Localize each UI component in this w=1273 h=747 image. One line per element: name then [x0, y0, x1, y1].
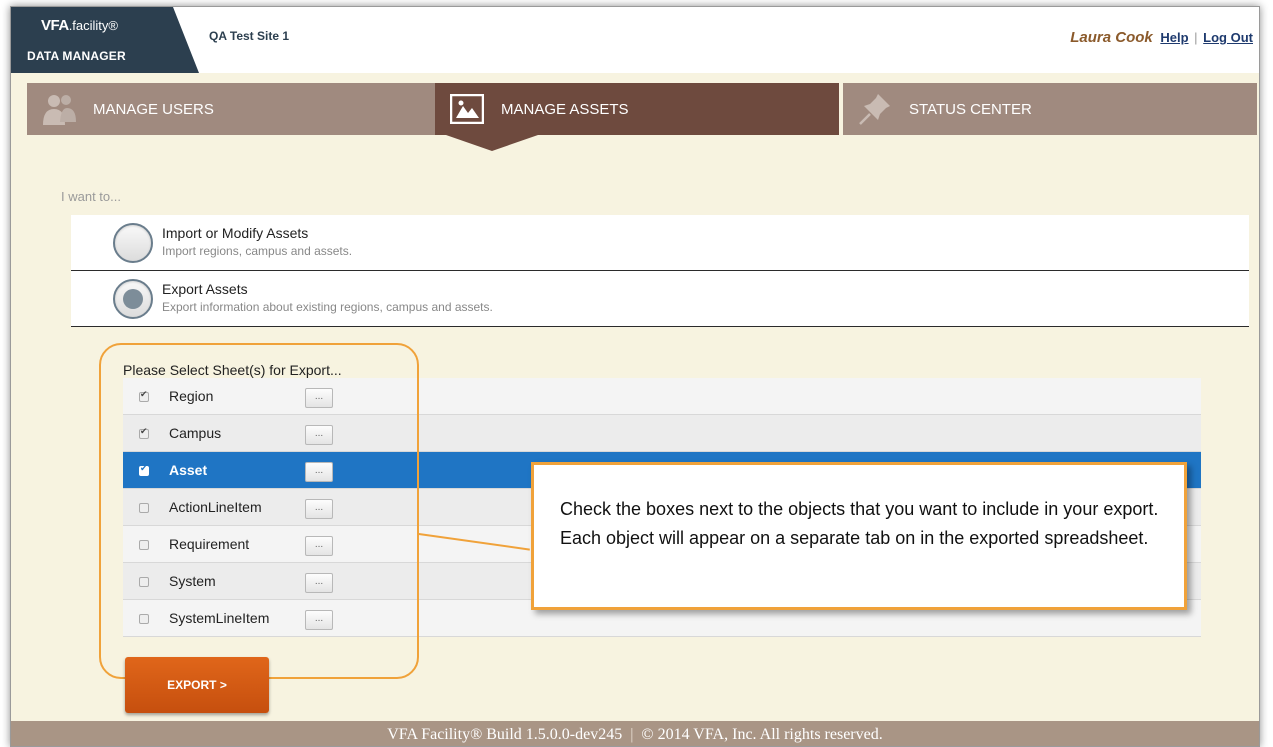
- users-icon: [39, 89, 79, 129]
- tab-manage-users[interactable]: MANAGE USERS: [27, 83, 437, 135]
- sheet-name: Region: [169, 388, 214, 404]
- sheet-checkbox[interactable]: [139, 614, 149, 624]
- sheet-name: System: [169, 573, 216, 589]
- main-tabs: MANAGE USERS MANAGE ASSETS STATUS CENTER: [11, 83, 1259, 135]
- sheet-checkbox[interactable]: [139, 389, 149, 402]
- site-name: QA Test Site 1: [209, 29, 290, 43]
- user-area: Laura Cook Help | Log Out: [1070, 29, 1253, 46]
- sheet-options-button[interactable]: ...: [305, 425, 333, 445]
- tab-manage-assets-label: MANAGE ASSETS: [501, 100, 629, 118]
- sheet-row-campus[interactable]: Campus ...: [123, 415, 1201, 452]
- sheet-checkbox[interactable]: [139, 426, 149, 439]
- help-link[interactable]: Help: [1160, 30, 1188, 45]
- sheet-options-button[interactable]: ...: [305, 610, 333, 630]
- option-export-assets[interactable]: Export Assets Export information about e…: [71, 271, 1249, 327]
- option-title: Import or Modify Assets: [162, 225, 309, 241]
- option-description: Import regions, campus and assets.: [162, 244, 353, 258]
- header-separator: |: [1194, 30, 1198, 45]
- sheet-row-region[interactable]: Region ...: [123, 378, 1201, 415]
- sheet-checkbox[interactable]: [139, 503, 149, 513]
- tab-manage-users-label: MANAGE USERS: [93, 100, 214, 118]
- sheet-name: ActionLineItem: [169, 499, 262, 515]
- app-window: VFA.facility® DATA MANAGER QA Test Site …: [10, 6, 1260, 747]
- tab-status-center-label: STATUS CENTER: [909, 100, 1032, 118]
- sheet-select-label: Please Select Sheet(s) for Export...: [123, 362, 342, 378]
- logout-link[interactable]: Log Out: [1203, 30, 1253, 45]
- action-prompt: I want to...: [61, 189, 121, 204]
- logo-brand: VFA: [41, 17, 69, 34]
- pushpin-icon: [855, 89, 895, 129]
- sheet-checkbox[interactable]: [139, 463, 149, 476]
- user-name: Laura Cook: [1070, 29, 1153, 46]
- top-header: VFA.facility® DATA MANAGER QA Test Site …: [11, 7, 1259, 73]
- sheet-options-button[interactable]: ...: [305, 462, 333, 482]
- logo-product: .facility®: [68, 18, 118, 33]
- sheet-options-button[interactable]: ...: [305, 388, 333, 408]
- export-button[interactable]: EXPORT >: [125, 657, 269, 713]
- active-tab-pointer: [446, 135, 538, 151]
- tab-manage-assets[interactable]: MANAGE ASSETS: [435, 83, 839, 135]
- sheet-name: Asset: [169, 462, 208, 478]
- footer-copyright: © 2014 VFA, Inc. All rights reserved.: [641, 726, 883, 743]
- option-title: Export Assets: [162, 281, 248, 297]
- sheet-checkbox[interactable]: [139, 577, 149, 587]
- radio-import[interactable]: [113, 223, 153, 263]
- sheet-options-button[interactable]: ...: [305, 499, 333, 519]
- sheet-name: SystemLineItem: [169, 610, 270, 626]
- sheet-name: Campus: [169, 425, 222, 441]
- tab-status-center[interactable]: STATUS CENTER: [843, 83, 1257, 135]
- sheet-checkbox[interactable]: [139, 540, 149, 550]
- logo-subtitle: DATA MANAGER: [27, 49, 126, 63]
- sheet-name: Requirement: [169, 536, 250, 552]
- assets-image-icon: [447, 89, 487, 129]
- footer-build: VFA Facility® Build 1.5.0.0-dev245: [387, 726, 623, 743]
- annotation-callout: Check the boxes next to the objects that…: [531, 462, 1187, 610]
- sheet-options-button[interactable]: ...: [305, 573, 333, 593]
- option-description: Export information about existing region…: [162, 300, 493, 314]
- option-import-modify-assets[interactable]: Import or Modify Assets Import regions, …: [71, 215, 1249, 271]
- radio-selected-dot: [123, 289, 143, 309]
- radio-export[interactable]: [113, 279, 153, 319]
- footer: VFA Facility® Build 1.5.0.0-dev245 | © 201…: [11, 721, 1259, 746]
- sheet-options-button[interactable]: ...: [305, 536, 333, 556]
- logo: VFA.facility® DATA MANAGER: [11, 7, 199, 73]
- footer-separator: |: [630, 726, 634, 743]
